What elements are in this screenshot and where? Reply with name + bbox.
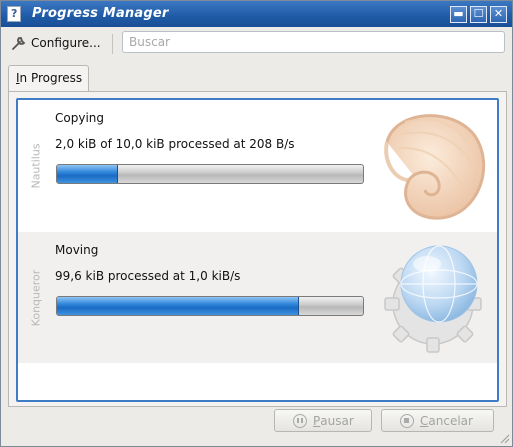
cancel-mnemonic: C — [420, 413, 429, 428]
job-app-label: Nautilus — [22, 100, 50, 231]
progress-fill — [57, 297, 299, 315]
pause-icon — [293, 413, 307, 428]
cancel-label: ancelar — [428, 413, 473, 428]
cancel-button[interactable]: Cancelar — [381, 409, 494, 432]
stop-icon — [400, 413, 414, 428]
document-icon[interactable]: ? — [7, 6, 21, 22]
progress-bar — [56, 164, 364, 184]
title-bar[interactable]: ? Progress Manager ▬ ☐ ✕ — [1, 1, 512, 27]
progress-manager-window: ? Progress Manager ▬ ☐ ✕ Configure... In… — [0, 0, 513, 447]
progress-fill — [57, 165, 119, 183]
progress-bar — [56, 296, 364, 316]
pause-button[interactable]: Pausar — [274, 409, 372, 432]
pause-mnemonic: P — [313, 413, 321, 428]
configure-label: Configure... — [31, 36, 101, 50]
job-operation: Copying — [55, 111, 104, 125]
toolbar: Configure... — [1, 28, 512, 58]
job-detail: 99,6 kiB processed at 1,0 kiB/s — [55, 269, 241, 283]
maximize-button[interactable]: ☐ — [470, 6, 487, 23]
search-input[interactable] — [122, 31, 505, 53]
job-app-label: Konqueror — [22, 232, 50, 363]
pause-label: ausar — [320, 413, 354, 428]
job-app-name: Nautilus — [29, 142, 43, 189]
job-detail: 2,0 kiB of 10,0 kiB processed at 208 B/s — [55, 137, 295, 151]
job-app-name: Konqueror — [29, 269, 43, 326]
nautilus-shell-icon — [384, 114, 486, 220]
resize-grip-icon[interactable] — [498, 432, 510, 444]
wrench-icon — [10, 34, 28, 52]
toolbar-separator — [112, 34, 113, 54]
close-button[interactable]: ✕ — [490, 6, 507, 23]
tab-in-progress[interactable]: In Progress — [8, 65, 89, 92]
konqueror-globe-gear-icon — [384, 245, 482, 353]
minimize-button[interactable]: ▬ — [450, 6, 467, 23]
job-operation: Moving — [55, 243, 99, 257]
tab-label: n Progress — [19, 71, 83, 85]
list-item[interactable]: Konqueror Moving 99,6 kiB processed at 1… — [18, 232, 497, 363]
window-title: Progress Manager — [32, 6, 169, 21]
configure-button[interactable]: Configure... — [10, 33, 101, 53]
list-item[interactable]: Nautilus Copying 2,0 kiB of 10,0 kiB pro… — [18, 100, 497, 231]
job-list[interactable]: Nautilus Copying 2,0 kiB of 10,0 kiB pro… — [16, 98, 499, 402]
